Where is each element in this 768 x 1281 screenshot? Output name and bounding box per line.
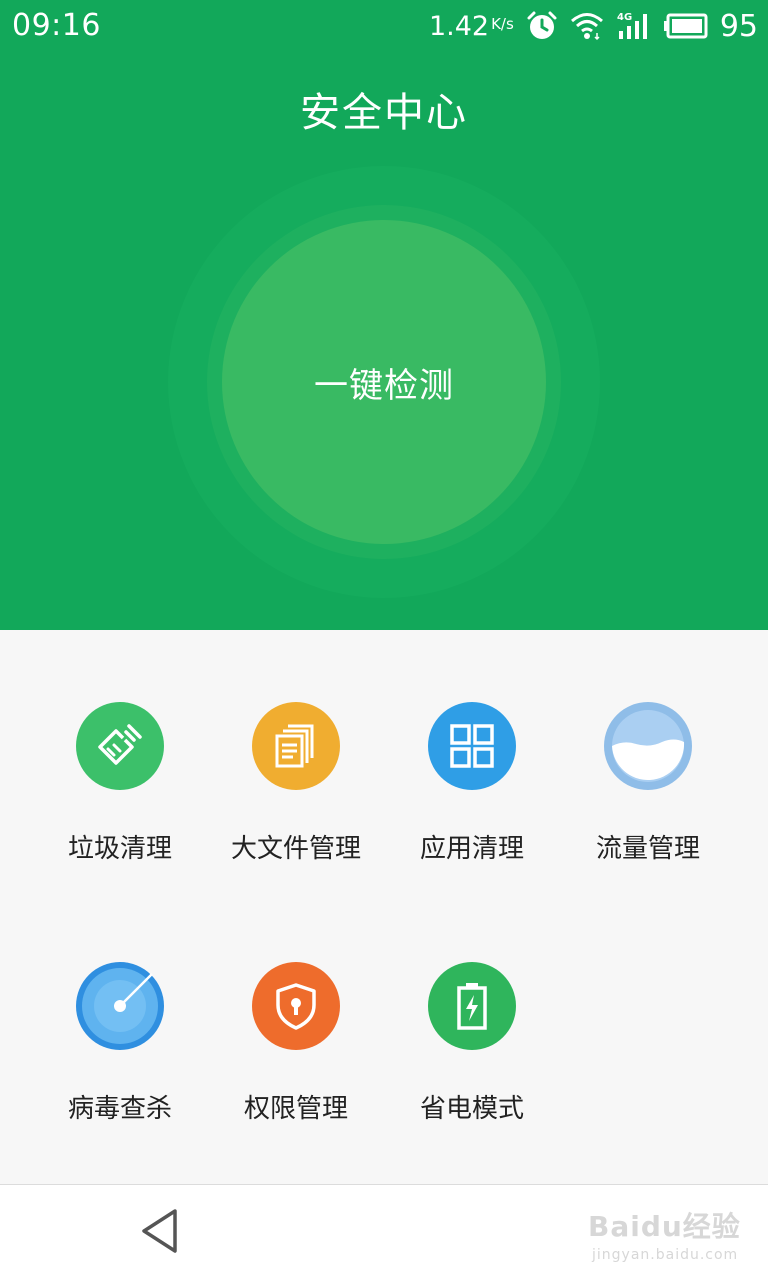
- file-stack-icon: [252, 702, 340, 790]
- tool-power-saving[interactable]: 省电模式: [384, 962, 560, 1162]
- tool-label: 垃圾清理: [67, 834, 172, 864]
- tool-virus-scan[interactable]: 病毒查杀: [32, 962, 208, 1162]
- tool-label: 权限管理: [243, 1094, 348, 1124]
- radar-icon: [76, 962, 164, 1050]
- navigation-bar: Baidu经验 jingyan.baidu.com: [0, 1184, 768, 1281]
- status-icons: 1.42 K/s 4G 95: [429, 6, 758, 46]
- tool-label: 流量管理: [595, 834, 700, 864]
- network-speed-unit: K/s: [491, 15, 514, 33]
- one-click-scan-button[interactable]: 一键检测: [222, 220, 546, 544]
- tool-large-file-manager[interactable]: 大文件管理: [208, 702, 384, 902]
- wifi-icon: [570, 11, 604, 41]
- back-triangle-icon: [139, 1207, 181, 1259]
- app-grid-icon: [428, 702, 516, 790]
- shield-lock-icon: [252, 962, 340, 1050]
- watermark-main: Baidu经验: [588, 1210, 741, 1243]
- tool-permission-manager[interactable]: 权限管理: [208, 962, 384, 1162]
- header: 09:16 1.42 K/s 4G 95 安全中心 一键检测: [0, 0, 768, 630]
- tool-junk-clean[interactable]: 垃圾清理: [32, 702, 208, 902]
- battery-saver-icon: [428, 962, 516, 1050]
- network-speed-value: 1.42: [428, 10, 490, 42]
- battery-icon: [663, 13, 708, 39]
- signal-icon: 4G: [616, 11, 652, 41]
- tool-label: 省电模式: [419, 1094, 524, 1124]
- tool-label: 应用清理: [419, 834, 524, 864]
- data-usage-icon: [604, 702, 692, 790]
- tool-label: 大文件管理: [230, 834, 361, 864]
- tool-app-clean[interactable]: 应用清理: [384, 702, 560, 902]
- back-button[interactable]: [130, 1207, 190, 1259]
- watermark: Baidu经验 jingyan.baidu.com: [588, 1205, 748, 1269]
- network-speed: 1.42 K/s: [429, 11, 514, 42]
- status-bar: 09:16 1.42 K/s 4G 95: [0, 0, 768, 52]
- network-type: 4G: [617, 12, 632, 23]
- one-click-scan-label: 一键检测: [314, 365, 454, 406]
- tool-data-usage[interactable]: 流量管理: [560, 702, 736, 902]
- battery-level: 95: [719, 8, 758, 44]
- alarm-icon: [526, 10, 558, 42]
- tool-label: 病毒查杀: [67, 1094, 172, 1124]
- page-title: 安全中心: [300, 90, 468, 136]
- watermark-sub: jingyan.baidu.com: [592, 1247, 739, 1263]
- broom-icon: [76, 702, 164, 790]
- status-time: 09:16: [12, 8, 101, 43]
